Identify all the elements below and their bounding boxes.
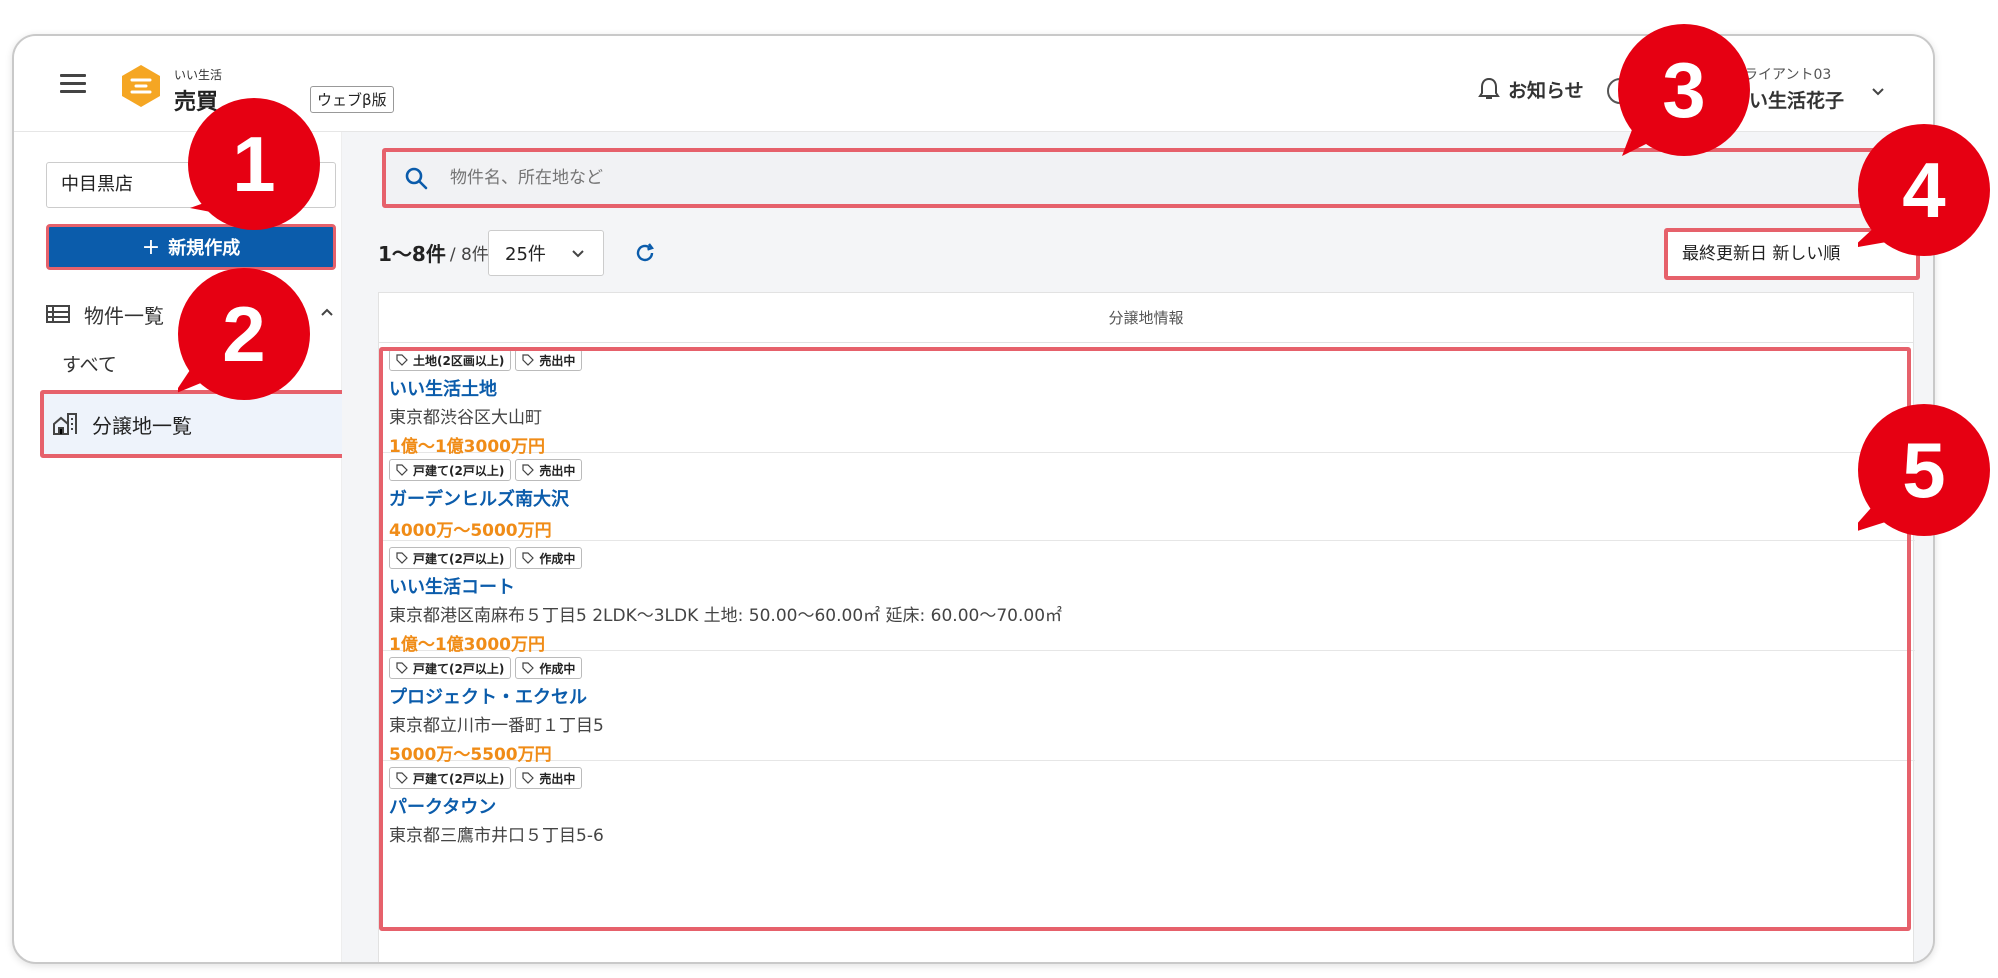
tag-group: 戸建て(2戸以上) 売出中 [389,761,1915,789]
list-item[interactable]: 土地(2区画以上) 売出中 いい生活土地 東京都渋谷区大山町 1億〜1億3000… [379,343,1915,457]
plus-icon: + [141,234,161,260]
notice-label: お知らせ [1508,79,1584,102]
property-address: 東京都三鷹市井口５丁目5-6 [389,826,604,846]
tag-icon [522,662,535,674]
status-tag: 作成中 [515,657,583,679]
tag-icon [396,552,408,564]
type-tag: 戸建て(2戸以上) [389,459,512,481]
property-title[interactable]: パークタウン [389,795,1915,821]
sidebar-item-property-list[interactable]: 物件一覧 [46,292,342,336]
count-range: 1〜8件 [378,241,446,266]
logo-main-text: 売買 [174,90,219,115]
tag-icon [396,662,408,674]
app-header: いい生活 売買 ウェブβ版 お知らせ クライアント03 いい生活花子 [14,36,1933,132]
type-tag: 土地(2区画以上) [389,349,512,371]
list-icon [46,305,70,323]
logo-icon [122,65,160,107]
sort-select[interactable]: 最終更新日 新しい順 [1664,228,1920,280]
beta-badge: ウェブβ版 [310,86,394,113]
client-name: クライアント03 [1730,67,1832,83]
status-tag: 作成中 [515,547,583,569]
tag-group: 戸建て(2戸以上) 作成中 [389,541,1915,569]
property-address: 東京都港区南麻布５丁目5 2LDK〜3LDK 土地: 50.00〜60.00㎡ … [389,606,1063,626]
new-create-label: 新規作成 [168,238,241,259]
type-tag: 戸建て(2戸以上) [389,767,512,789]
tag-icon [396,772,408,784]
chevron-down-icon [572,250,584,258]
refresh-icon[interactable] [634,242,656,264]
chevron-up-icon [321,308,333,316]
tag-group: 戸建て(2戸以上) 売出中 [389,453,1915,481]
tag-icon [522,354,535,366]
tag-icon [396,464,408,476]
tag-icon [522,552,535,564]
list-item[interactable]: 戸建て(2戸以上) 作成中 プロジェクト・エクセル 東京都立川市一番町１丁目5 … [379,651,1915,765]
per-page-select[interactable]: 25件 [488,230,604,276]
chevron-down-icon[interactable] [1868,82,1888,102]
new-create-button[interactable]: + 新規作成 [46,224,336,270]
user-name[interactable]: いい生活花子 [1730,86,1844,113]
logo-small-text: いい生活 [174,68,223,82]
property-title[interactable]: いい生活コート [389,575,1915,601]
search-bar[interactable] [382,148,1906,208]
property-address: 東京都渋谷区大山町 [389,408,542,428]
list-rows: 土地(2区画以上) 売出中 いい生活土地 東京都渋谷区大山町 1億〜1億3000… [379,343,1915,871]
store-select[interactable]: 中目黒店 [46,162,336,208]
list-item[interactable]: 戸建て(2戸以上) 売出中 ガーデンヒルズ南大沢 4000万〜5000万円 [379,453,1915,541]
sidebar-item-label: 物件一覧 [84,303,164,328]
count-total: / 8件 [449,244,489,265]
property-title[interactable]: プロジェクト・エクセル [389,685,1915,711]
status-tag: 売出中 [515,349,583,371]
property-address: 東京都立川市一番町１丁目5 [389,716,604,736]
type-tag: 戸建て(2戸以上) [389,547,512,569]
property-title[interactable]: ガーデンヒルズ南大沢 [389,487,1915,513]
list-item[interactable]: 戸建て(2戸以上) 売出中 パークタウン 東京都三鷹市井口５丁目5-6 [379,761,1915,871]
bell-icon [1478,77,1500,99]
building-icon [53,413,77,435]
notice-button[interactable]: お知らせ [1478,76,1584,102]
subdivision-list: 分譲地情報 土地(2区画以上) 売出中 いい生活土地 東京都渋谷区大山町 1億〜… [378,292,1915,962]
type-tag: 戸建て(2戸以上) [389,657,512,679]
sidebar-item-label: 分譲地一覧 [92,413,192,438]
result-count: 1〜8件 / 8件 [378,230,489,274]
tag-icon [522,772,535,784]
search-input[interactable] [450,168,1750,188]
main-content: 1〜8件 / 8件 25件 最終更新日 新しい順 分譲地情報 土地(2区画以上)… [342,132,1933,962]
tag-group: 土地(2区画以上) 売出中 [389,343,1915,371]
list-item[interactable]: 戸建て(2戸以上) 作成中 いい生活コート 東京都港区南麻布５丁目5 2LDK〜… [379,541,1915,655]
help-icon[interactable] [1607,78,1633,104]
property-title[interactable]: いい生活土地 [389,377,1915,403]
tag-group: 戸建て(2戸以上) 作成中 [389,651,1915,679]
per-page-value: 25件 [505,244,546,265]
sidebar-item-all[interactable]: すべて [62,350,117,377]
search-icon [405,167,428,190]
tag-icon [522,464,535,476]
sidebar-item-subdivision-list[interactable]: 分譲地一覧 [40,390,348,458]
status-tag: 売出中 [515,459,583,481]
list-header: 分譲地情報 [379,293,1913,343]
app-window: いい生活 売買 ウェブβ版 お知らせ クライアント03 いい生活花子 中目黒店 … [12,34,1935,964]
status-tag: 売出中 [515,767,583,789]
sidebar: 中目黒店 + 新規作成 物件一覧 すべて 分譲地一覧 [26,132,348,962]
menu-icon[interactable] [60,74,86,94]
tag-icon [396,354,408,366]
